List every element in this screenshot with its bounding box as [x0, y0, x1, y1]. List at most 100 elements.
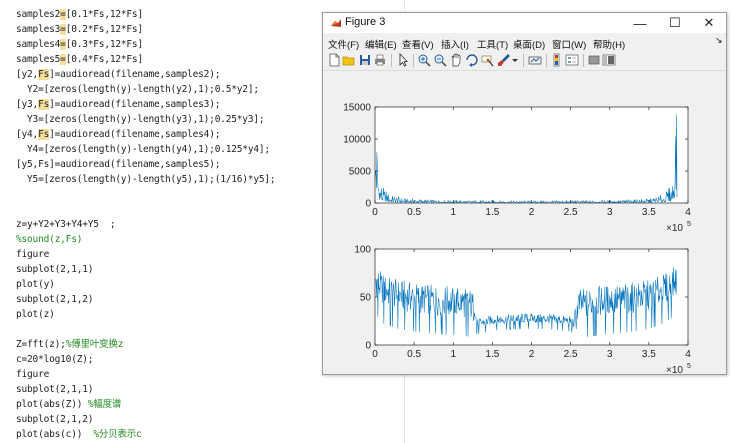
code-token: subplot(2,1,2) — [16, 414, 94, 425]
zoom-out-icon[interactable] — [433, 53, 447, 67]
title-bar[interactable]: Figure 3 — ☐ ✕ — [323, 13, 726, 33]
code-token: Y2=[zeros(length(y)-length(y2),1);0.5*y2… — [16, 84, 259, 95]
code-line[interactable]: subplot(2,1,2) — [16, 413, 93, 427]
code-token: Y4=[zeros(length(y)-length(y4),1);0.125*… — [16, 144, 270, 155]
minimize-button[interactable]: — — [624, 13, 656, 33]
code-line[interactable]: z=y+Y2+Y3+Y4+Y5 ; — [16, 218, 116, 232]
menu-dock-arrow-icon[interactable]: ↘ — [715, 35, 723, 46]
code-line[interactable]: [y3,Fs]=audioread(filename,samples3); — [16, 98, 220, 112]
code-line[interactable]: samples5=[0.4*Fs,12*Fs] — [16, 53, 143, 67]
code-line[interactable]: Y4=[zeros(length(y)-length(y4),1);0.125*… — [16, 143, 270, 157]
x-tick-label: 3.5 — [642, 207, 656, 218]
dropdown-arrow-icon[interactable] — [511, 53, 519, 67]
new-figure-icon[interactable] — [327, 53, 341, 67]
menu-item[interactable]: 查看(V) — [402, 37, 434, 51]
window-title: Figure 3 — [345, 16, 386, 28]
print-icon[interactable] — [373, 53, 387, 67]
menu-item[interactable]: 帮助(H) — [593, 37, 625, 51]
matlab-figure-icon — [331, 19, 341, 27]
code-comment: %分贝表示c — [93, 429, 142, 440]
code-token: Y3=[zeros(length(y)-length(y3),1);0.25*y… — [16, 114, 265, 125]
code-line[interactable]: c=20*log10(Z); — [16, 353, 93, 367]
y-tick-label: 10000 — [343, 135, 371, 146]
code-line[interactable]: figure — [16, 248, 49, 262]
code-line[interactable]: Y2=[zeros(length(y)-length(y2),1);0.5*y2… — [16, 83, 259, 97]
plot-area: 0 0.5 1 1.5 2 2.5 3 3.5 4 0 5000 10000 15000 ×10 5 0 0.5… — [323, 71, 726, 376]
code-token: plot(z) — [16, 309, 55, 320]
highlighted-token: Fs — [38, 69, 50, 80]
figure-toolbar — [323, 51, 726, 71]
menu-item[interactable]: 工具(T) — [477, 37, 508, 51]
highlighted-token: Fs — [38, 129, 50, 140]
code-token: samples4 — [16, 39, 61, 50]
code-line[interactable]: [y2,Fs]=audioread(filename,samples2); — [16, 68, 220, 82]
code-token: figure — [16, 249, 50, 260]
brush-icon[interactable] — [497, 53, 511, 67]
close-button[interactable]: ✕ — [693, 13, 725, 33]
data-cursor-icon[interactable] — [481, 53, 495, 67]
menu-item[interactable]: 窗口(W) — [552, 37, 586, 51]
code-line[interactable]: [y4,Fs]=audioread(filename,samples4); — [16, 128, 220, 142]
code-line[interactable]: %sound(z,Fs) — [16, 233, 82, 247]
pan-icon[interactable] — [449, 53, 463, 67]
code-token: [0.3*Fs,12*Fs] — [65, 39, 143, 50]
code-line[interactable]: subplot(2,1,1) — [16, 383, 93, 397]
code-line[interactable]: Z=fft(z);%傅里叶变换z — [16, 338, 123, 352]
menu-item[interactable]: 编辑(E) — [365, 37, 397, 51]
hide-plot-tools-icon[interactable] — [587, 53, 601, 67]
code-line[interactable]: samples4=[0.3*Fs,12*Fs] — [16, 38, 143, 52]
code-token: subplot(2,1,1) — [16, 384, 94, 395]
y-tick-label: 15000 — [343, 103, 371, 114]
y-tick-label: 0 — [365, 199, 371, 210]
menu-item[interactable]: 文件(F) — [328, 37, 359, 51]
y-tick-label: 100 — [354, 245, 371, 256]
y-tick-label: 5000 — [349, 167, 372, 178]
code-line[interactable]: subplot(2,1,2) — [16, 293, 93, 307]
x-tick-label: 3.5 — [642, 349, 656, 360]
zoom-in-icon[interactable] — [417, 53, 431, 67]
y-tick-label: 0 — [365, 341, 371, 352]
open-file-icon[interactable] — [342, 53, 356, 67]
code-token: [0.4*Fs,12*Fs] — [65, 54, 143, 65]
select-arrow-icon[interactable] — [396, 53, 410, 67]
code-token: subplot(2,1,1) — [16, 264, 94, 275]
save-icon[interactable] — [358, 53, 372, 67]
maximize-button[interactable]: ☐ — [659, 13, 691, 33]
code-token: plot(abs(c)) — [16, 429, 94, 440]
rotate-3d-icon[interactable] — [465, 53, 479, 67]
code-line[interactable]: samples3=[0.2*Fs,12*Fs] — [16, 23, 143, 37]
link-plot-icon[interactable] — [528, 53, 542, 67]
show-plot-tools-icon[interactable] — [602, 53, 616, 67]
code-line[interactable]: plot(abs(c)) %分贝表示c — [16, 428, 142, 442]
code-line[interactable]: [y5,Fs]=audioread(filename,samples5); — [16, 158, 220, 172]
code-line[interactable]: Y3=[zeros(length(y)-length(y3),1);0.25*y… — [16, 113, 265, 127]
x-tick-label: 1 — [450, 207, 456, 218]
code-line[interactable]: plot(y) — [16, 278, 55, 292]
toolbar-separator — [413, 54, 414, 67]
legend-icon[interactable] — [565, 53, 579, 67]
code-line[interactable]: subplot(2,1,1) — [16, 263, 93, 277]
code-token: [y2, — [16, 69, 39, 80]
x-tick-label: 0 — [372, 207, 378, 218]
code-line[interactable]: plot(z) — [16, 308, 55, 322]
code-token: z=y+Y2+Y3+Y4+Y5 ; — [16, 219, 116, 230]
code-token: ]=audioread(filename,samples3); — [49, 99, 221, 110]
code-token: plot(y) — [16, 279, 55, 290]
code-line[interactable]: Y5=[zeros(length(y)-length(y5),1);(1/16)… — [16, 173, 276, 187]
code-comment: %傅里叶变换z — [65, 339, 124, 350]
y-tick-label: 50 — [360, 293, 372, 304]
menu-item[interactable]: 插入(I) — [441, 37, 469, 51]
code-token: subplot(2,1,2) — [16, 294, 94, 305]
code-token: Y5=[zeros(length(y)-length(y5),1);(1/16)… — [16, 174, 276, 185]
menu-item[interactable]: 桌面(D) — [513, 37, 545, 51]
code-line[interactable]: figure — [16, 368, 49, 382]
code-token: ]=audioread(filename,samples2); — [49, 69, 221, 80]
code-line[interactable]: samples2=[0.1*Fs,12*Fs] — [16, 8, 143, 22]
code-line[interactable]: plot(abs(Z)) %幅度谱 — [16, 398, 121, 412]
colorbar-icon[interactable] — [550, 53, 564, 67]
code-comment: %sound(z,Fs) — [16, 234, 83, 245]
figure-window[interactable]: Figure 3 — ☐ ✕ ↘ 文件(F) 编辑(E) 查看(V) 插入(I) 工具(… — [322, 12, 727, 376]
x-tick-label: 3 — [607, 207, 613, 218]
toolbar-separator — [546, 54, 547, 67]
x-tick-label: 1 — [450, 349, 456, 360]
